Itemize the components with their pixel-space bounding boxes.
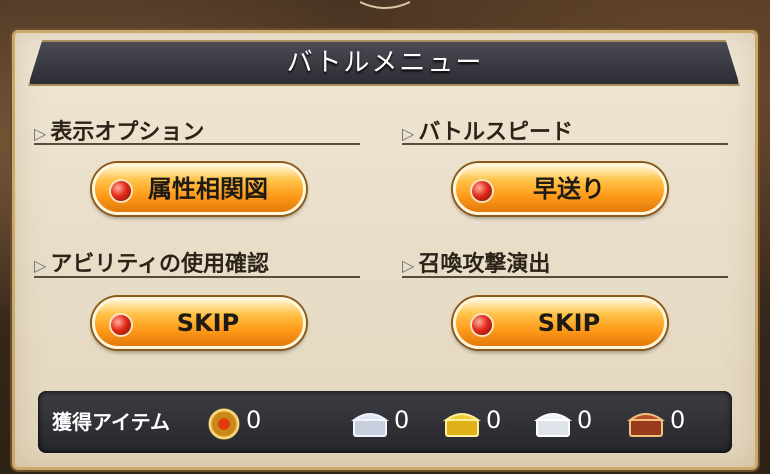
- arrow-right-icon: ▷: [402, 124, 415, 143]
- red-gem-icon: [109, 313, 133, 337]
- section-divider: [34, 143, 360, 145]
- red-gem-icon: [470, 313, 494, 337]
- summon-skip-button[interactable]: SKIP: [453, 297, 667, 349]
- acquired-items-label: 獲得アイテム: [52, 410, 170, 434]
- section-summon-effect: ▷ 召喚攻撃演出: [402, 246, 550, 278]
- red-chest-icon: [626, 413, 666, 437]
- silver-chest-count: 0: [394, 406, 410, 434]
- fast-forward-button[interactable]: 早送り: [453, 163, 667, 215]
- arrow-right-icon: ▷: [34, 256, 47, 275]
- ability-skip-button[interactable]: SKIP: [92, 297, 306, 349]
- element-chart-button[interactable]: 属性相関図: [92, 163, 306, 215]
- red-gem-icon: [109, 179, 133, 203]
- white-chest-count: 0: [577, 406, 593, 434]
- section-label-summon-effect: 召喚攻撃演出: [418, 252, 551, 277]
- section-divider: [402, 143, 728, 145]
- section-display-option: ▷ 表示オプション: [34, 114, 204, 146]
- gold-medal-count: 0: [246, 406, 262, 434]
- arrow-right-icon: ▷: [34, 124, 47, 143]
- white-chest-icon: [533, 413, 573, 437]
- silver-chest-icon: [350, 413, 390, 437]
- section-ability-confirm: ▷ アビリティの使用確認: [34, 246, 269, 278]
- section-battle-speed: ▷ バトルスピード: [402, 114, 573, 146]
- section-label-ability-confirm: アビリティの使用確認: [50, 252, 269, 277]
- red-gem-icon: [470, 179, 494, 203]
- red-chest-count: 0: [670, 406, 686, 434]
- gold-medal-icon: [208, 408, 240, 440]
- gold-chest-count: 0: [486, 406, 502, 434]
- section-label-battle-speed: バトルスピード: [418, 120, 573, 145]
- arrow-right-icon: ▷: [402, 256, 415, 275]
- section-label-display-option: 表示オプション: [50, 120, 205, 145]
- section-divider: [402, 276, 728, 278]
- top-ornament-icon: [360, 1, 410, 9]
- gold-chest-icon: [442, 413, 482, 437]
- menu-title: バトルメニュー: [286, 48, 484, 78]
- section-divider: [34, 276, 360, 278]
